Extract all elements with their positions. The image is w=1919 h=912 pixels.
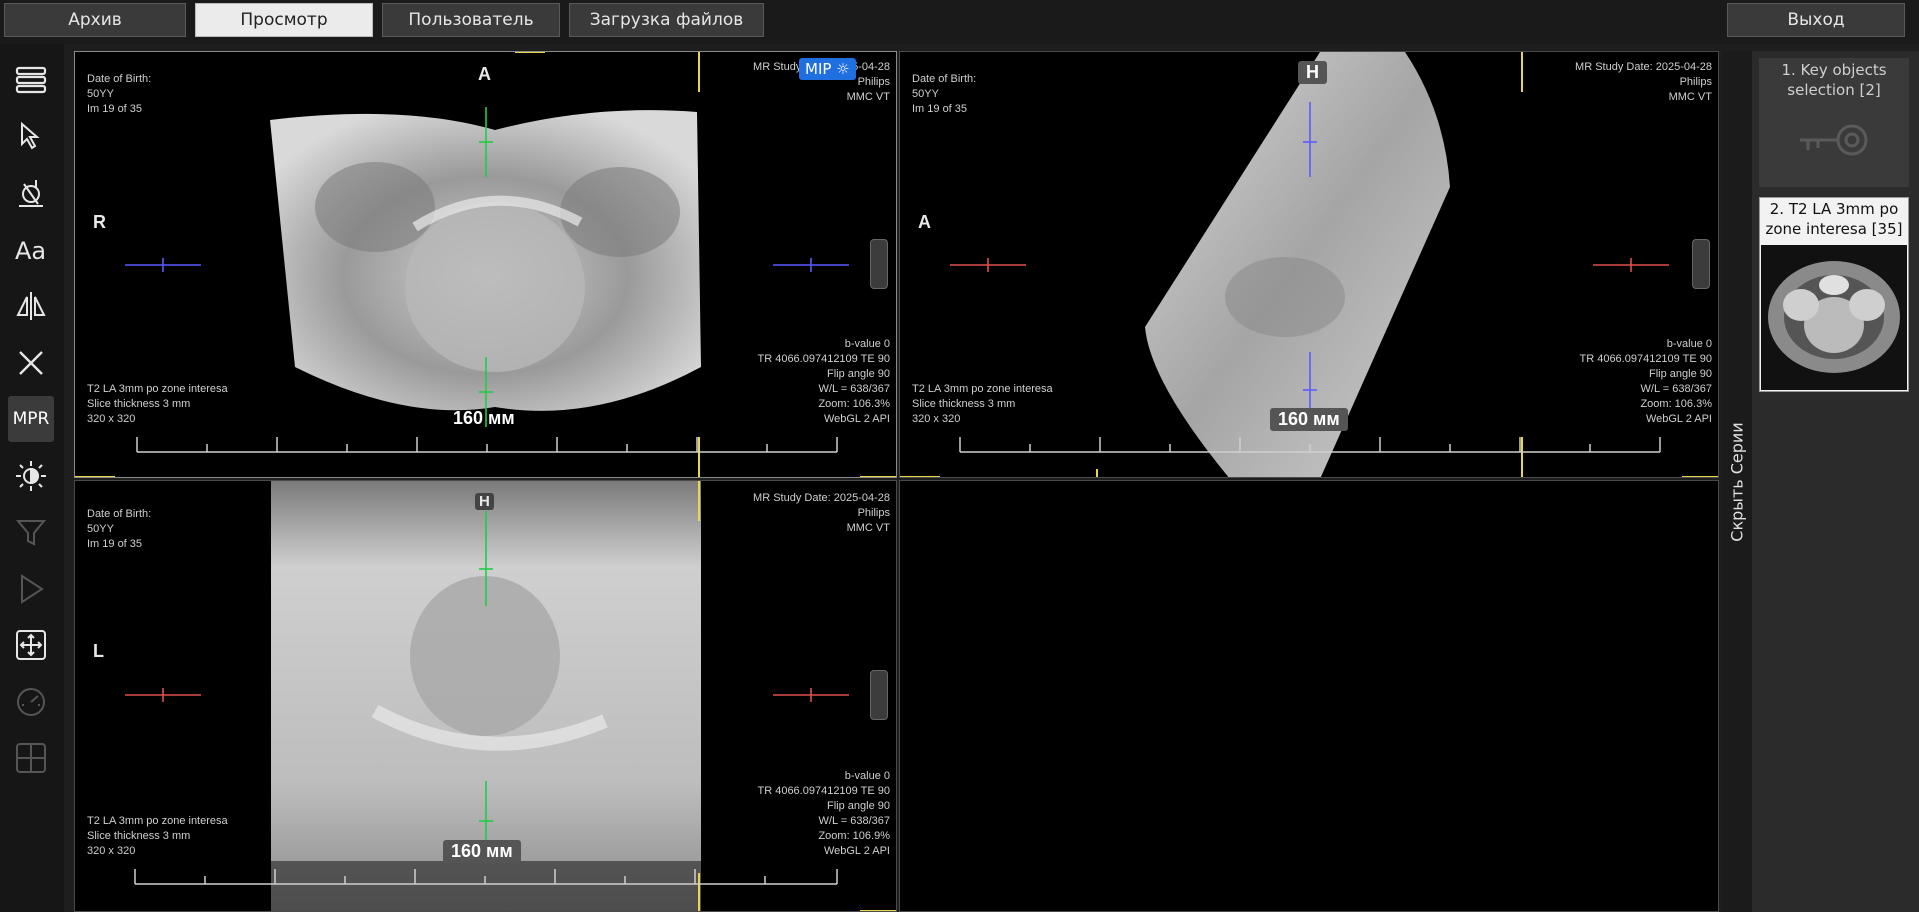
- orientation-left: L: [93, 641, 104, 661]
- hide-series-tab[interactable]: Скрыть Серии: [1722, 51, 1752, 912]
- viewport-empty[interactable]: [899, 480, 1719, 912]
- window-level-icon[interactable]: [8, 453, 54, 499]
- overlay-top-left: Date of Birth: 50YY Im 19 of 35: [912, 73, 977, 115]
- orientation-top: A: [478, 64, 491, 84]
- hide-series-label: Скрыть Серии: [1727, 421, 1747, 542]
- upload-files-button[interactable]: Загрузка файлов: [569, 3, 764, 37]
- left-toolbar: Aa MPR: [0, 44, 64, 912]
- scroll-handle[interactable]: [870, 239, 888, 289]
- orientation-left: A: [918, 212, 931, 232]
- overlay-top-right: MR Study Date: 2025-04-28PhilipsMMC VT: [1575, 61, 1712, 103]
- viewport-axial[interactable]: Date of Birth:50YYIm 19 of 35 MR Study D…: [74, 51, 897, 478]
- orientation-top: H: [1298, 61, 1327, 84]
- overlay-bottom-right: b-value 0 TR 4066.097412109 TE 90 Flip ang…: [757, 338, 890, 425]
- grid-icon[interactable]: [8, 735, 54, 781]
- mpr-button[interactable]: MPR: [8, 396, 54, 442]
- overlay-bottom-right: b-value 0 TR 4066.097412109 TE 90 Flip ang…: [1579, 338, 1712, 425]
- scroll-handle[interactable]: [870, 670, 888, 720]
- scale-label: 160 мм: [443, 840, 521, 863]
- pointer-icon[interactable]: [8, 113, 54, 159]
- calibrate-icon[interactable]: [8, 170, 54, 216]
- top-bar: Архив Просмотр Пользователь Загрузка фай…: [0, 0, 1919, 44]
- close-icon[interactable]: [8, 340, 54, 386]
- orientation-top: H: [475, 493, 494, 510]
- user-button[interactable]: Пользователь: [382, 3, 560, 37]
- gauge-icon[interactable]: [8, 679, 54, 725]
- overlay-top-left: Date of Birth: 50YY Im 19 of 35: [87, 73, 152, 115]
- key-icon: [1800, 124, 1868, 156]
- overlay-top-right: MR Study Date: 2025-04-28PhilipsMMC VT: [753, 492, 890, 534]
- overlay-bottom-right: b-value 0 TR 4066.097412109 TE 90 Flip ang…: [757, 770, 890, 857]
- play-icon[interactable]: [8, 566, 54, 612]
- layout-icon[interactable]: [8, 57, 54, 103]
- archive-button[interactable]: Архив: [4, 3, 186, 37]
- exit-button[interactable]: Выход: [1727, 3, 1905, 37]
- scroll-handle[interactable]: [1692, 239, 1710, 289]
- overlay-bottom-left: T2 LA 3mm po zone interesa Slice thicknes…: [87, 815, 228, 857]
- overlay-bottom-left: T2 LA 3mm po zone interesa Slice thicknes…: [87, 383, 228, 425]
- fit-screen-icon[interactable]: [8, 622, 54, 668]
- flip-icon[interactable]: [8, 283, 54, 329]
- mip-button[interactable]: MIP ☼: [799, 58, 856, 80]
- svg-text:Aa: Aa: [15, 237, 46, 265]
- view-button[interactable]: Просмотр: [195, 3, 373, 37]
- series-item-label: 1. Key objects selection [2]: [1781, 61, 1887, 99]
- scale-label: 160 мм: [453, 408, 515, 428]
- series-item-t2[interactable]: 2. T2 LA 3mm po zone interesa [35]: [1759, 197, 1909, 392]
- orientation-left: R: [93, 212, 106, 232]
- viewport-sagittal[interactable]: Date of Birth: 50YY Im 19 of 35 MR Study D…: [899, 51, 1719, 478]
- series-thumbnail: [1761, 245, 1907, 390]
- filter-icon[interactable]: [8, 509, 54, 555]
- scale-label: 160 мм: [1270, 408, 1348, 431]
- viewport-coronal[interactable]: Date of Birth: 50YY Im 19 of 35 MR Study D…: [74, 480, 897, 912]
- overlay-top-left: Date of Birth: 50YY Im 19 of 35: [87, 508, 152, 550]
- annotation-text-icon[interactable]: Aa: [8, 226, 54, 272]
- overlay-bottom-left: T2 LA 3mm po zone interesa Slice thicknes…: [912, 383, 1053, 425]
- series-item-key-objects[interactable]: 1. Key objects selection [2]: [1759, 58, 1909, 187]
- series-panel: 1. Key objects selection [2] 2. T2 LA 3m…: [1752, 51, 1919, 912]
- series-item-label: 2. T2 LA 3mm po zone interesa [35]: [1765, 200, 1903, 238]
